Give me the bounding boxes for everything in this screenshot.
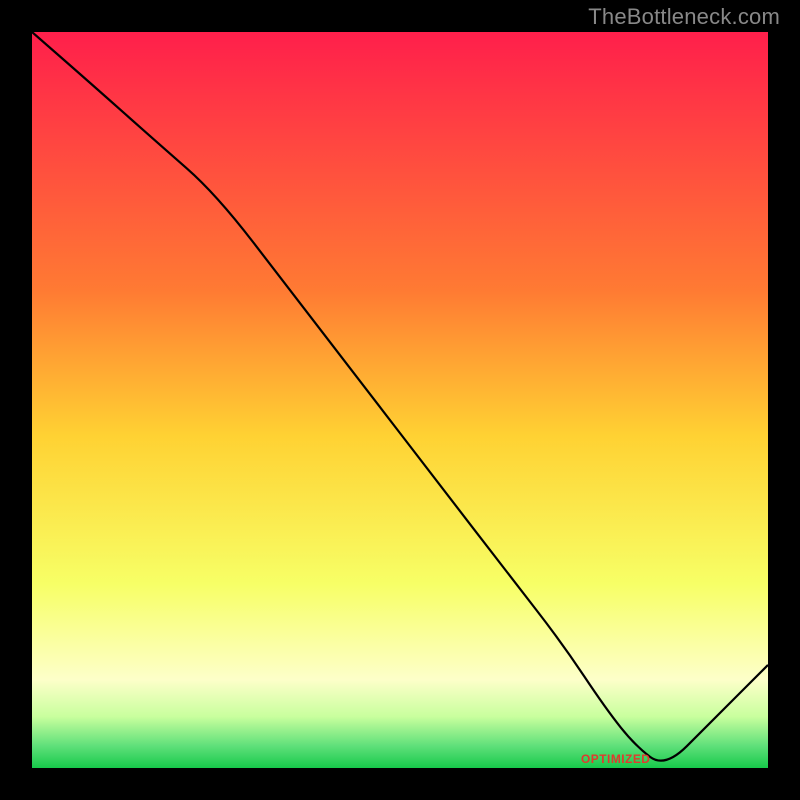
chart-frame: TheBottleneck.com OPTIMIZED <box>0 0 800 800</box>
plot-area: OPTIMIZED <box>30 30 770 770</box>
gradient-background <box>32 32 768 768</box>
optimized-label: OPTIMIZED <box>581 752 650 766</box>
watermark-text: TheBottleneck.com <box>588 4 780 30</box>
plot-svg: OPTIMIZED <box>32 32 768 768</box>
